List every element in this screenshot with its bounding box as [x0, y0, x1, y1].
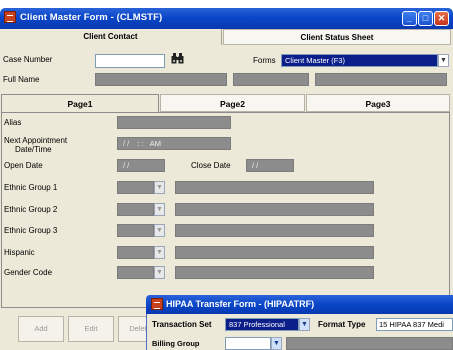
- chevron-down-icon[interactable]: ▼: [154, 246, 165, 259]
- chevron-down-icon[interactable]: ▼: [154, 181, 165, 194]
- close-date-field[interactable]: / /: [246, 159, 294, 172]
- format-type-label: Format Type: [318, 320, 366, 329]
- hispanic-desc: [175, 246, 374, 259]
- ethnic-group-3-label: Ethnic Group 3: [4, 226, 58, 235]
- tab-page3[interactable]: Page3: [306, 94, 450, 112]
- close-icon[interactable]: ✕: [434, 11, 449, 26]
- hispanic-code[interactable]: [117, 246, 154, 259]
- gender-code[interactable]: [117, 266, 154, 279]
- open-date-label: Open Date: [4, 161, 43, 170]
- tab-page1[interactable]: Page1: [1, 94, 159, 112]
- billing-group-label: Billing Group: [152, 339, 200, 348]
- window-title: Client Master Form - (CLMSTF): [20, 12, 163, 23]
- forms-label: Forms: [253, 56, 276, 65]
- ethnic-group-1-desc: [175, 181, 374, 194]
- add-button[interactable]: Add: [18, 316, 64, 342]
- ethnic-group-2-label: Ethnic Group 2: [4, 205, 58, 214]
- ethnic-group-1-code[interactable]: [117, 181, 154, 194]
- ethnic-group-2-code[interactable]: [117, 203, 154, 216]
- billing-group-desc: [286, 337, 453, 350]
- forms-select[interactable]: Client Master (F3): [281, 54, 438, 67]
- ethnic-group-3-code[interactable]: [117, 224, 154, 237]
- tab-client-status-sheet[interactable]: Client Status Sheet: [223, 29, 451, 45]
- chevron-down-icon[interactable]: ▼: [299, 318, 310, 331]
- chevron-down-icon[interactable]: ▼: [438, 54, 449, 67]
- maximize-icon[interactable]: □: [418, 11, 433, 26]
- binoculars-icon[interactable]: [170, 53, 184, 67]
- close-date-label: Close Date: [191, 161, 231, 170]
- edit-button[interactable]: Edit: [68, 316, 114, 342]
- format-type-select[interactable]: 15 HIPAA 837 Medi: [376, 318, 453, 331]
- full-name-middle-field[interactable]: [315, 73, 447, 86]
- next-appointment-label: Next Appointment: [4, 136, 68, 145]
- chevron-down-icon[interactable]: ▼: [154, 266, 165, 279]
- chevron-down-icon[interactable]: ▼: [154, 203, 165, 216]
- full-name-label: Full Name: [3, 75, 40, 84]
- ethnic-group-3-desc: [175, 224, 374, 237]
- date-time-label: Date/Time: [15, 145, 52, 154]
- transaction-set-label: Transaction Set: [152, 320, 212, 329]
- alias-field[interactable]: [117, 116, 231, 129]
- next-appointment-field[interactable]: / / : : AM: [117, 137, 231, 150]
- billing-group-select[interactable]: [225, 337, 271, 350]
- app-icon: [151, 298, 163, 310]
- next-appointment-date: / /: [123, 139, 130, 148]
- app-icon: [4, 11, 16, 23]
- chevron-down-icon[interactable]: ▼: [271, 337, 282, 350]
- case-number-input[interactable]: [95, 54, 165, 68]
- next-appointment-time: : :: [137, 139, 144, 148]
- alias-label: Alias: [4, 118, 22, 127]
- full-name-last-field[interactable]: [95, 73, 227, 86]
- full-name-first-field[interactable]: [233, 73, 309, 86]
- ethnic-group-1-label: Ethnic Group 1: [4, 183, 58, 192]
- transaction-set-select[interactable]: 837 Professional: [225, 318, 299, 331]
- next-appointment-ampm: AM: [149, 139, 161, 148]
- hipaa-window-title: HIPAA Transfer Form - (HIPAATRF): [166, 299, 315, 309]
- tab-client-contact[interactable]: Client Contact: [0, 29, 222, 45]
- chevron-down-icon[interactable]: ▼: [154, 224, 165, 237]
- tab-page2[interactable]: Page2: [160, 94, 305, 112]
- open-date-field[interactable]: / /: [117, 159, 165, 172]
- minimize-icon[interactable]: _: [402, 11, 417, 26]
- gender-desc: [175, 266, 374, 279]
- gender-code-label: Gender Code: [4, 268, 53, 277]
- case-number-label: Case Number: [3, 55, 53, 64]
- ethnic-group-2-desc: [175, 203, 374, 216]
- hispanic-label: Hispanic: [4, 248, 35, 257]
